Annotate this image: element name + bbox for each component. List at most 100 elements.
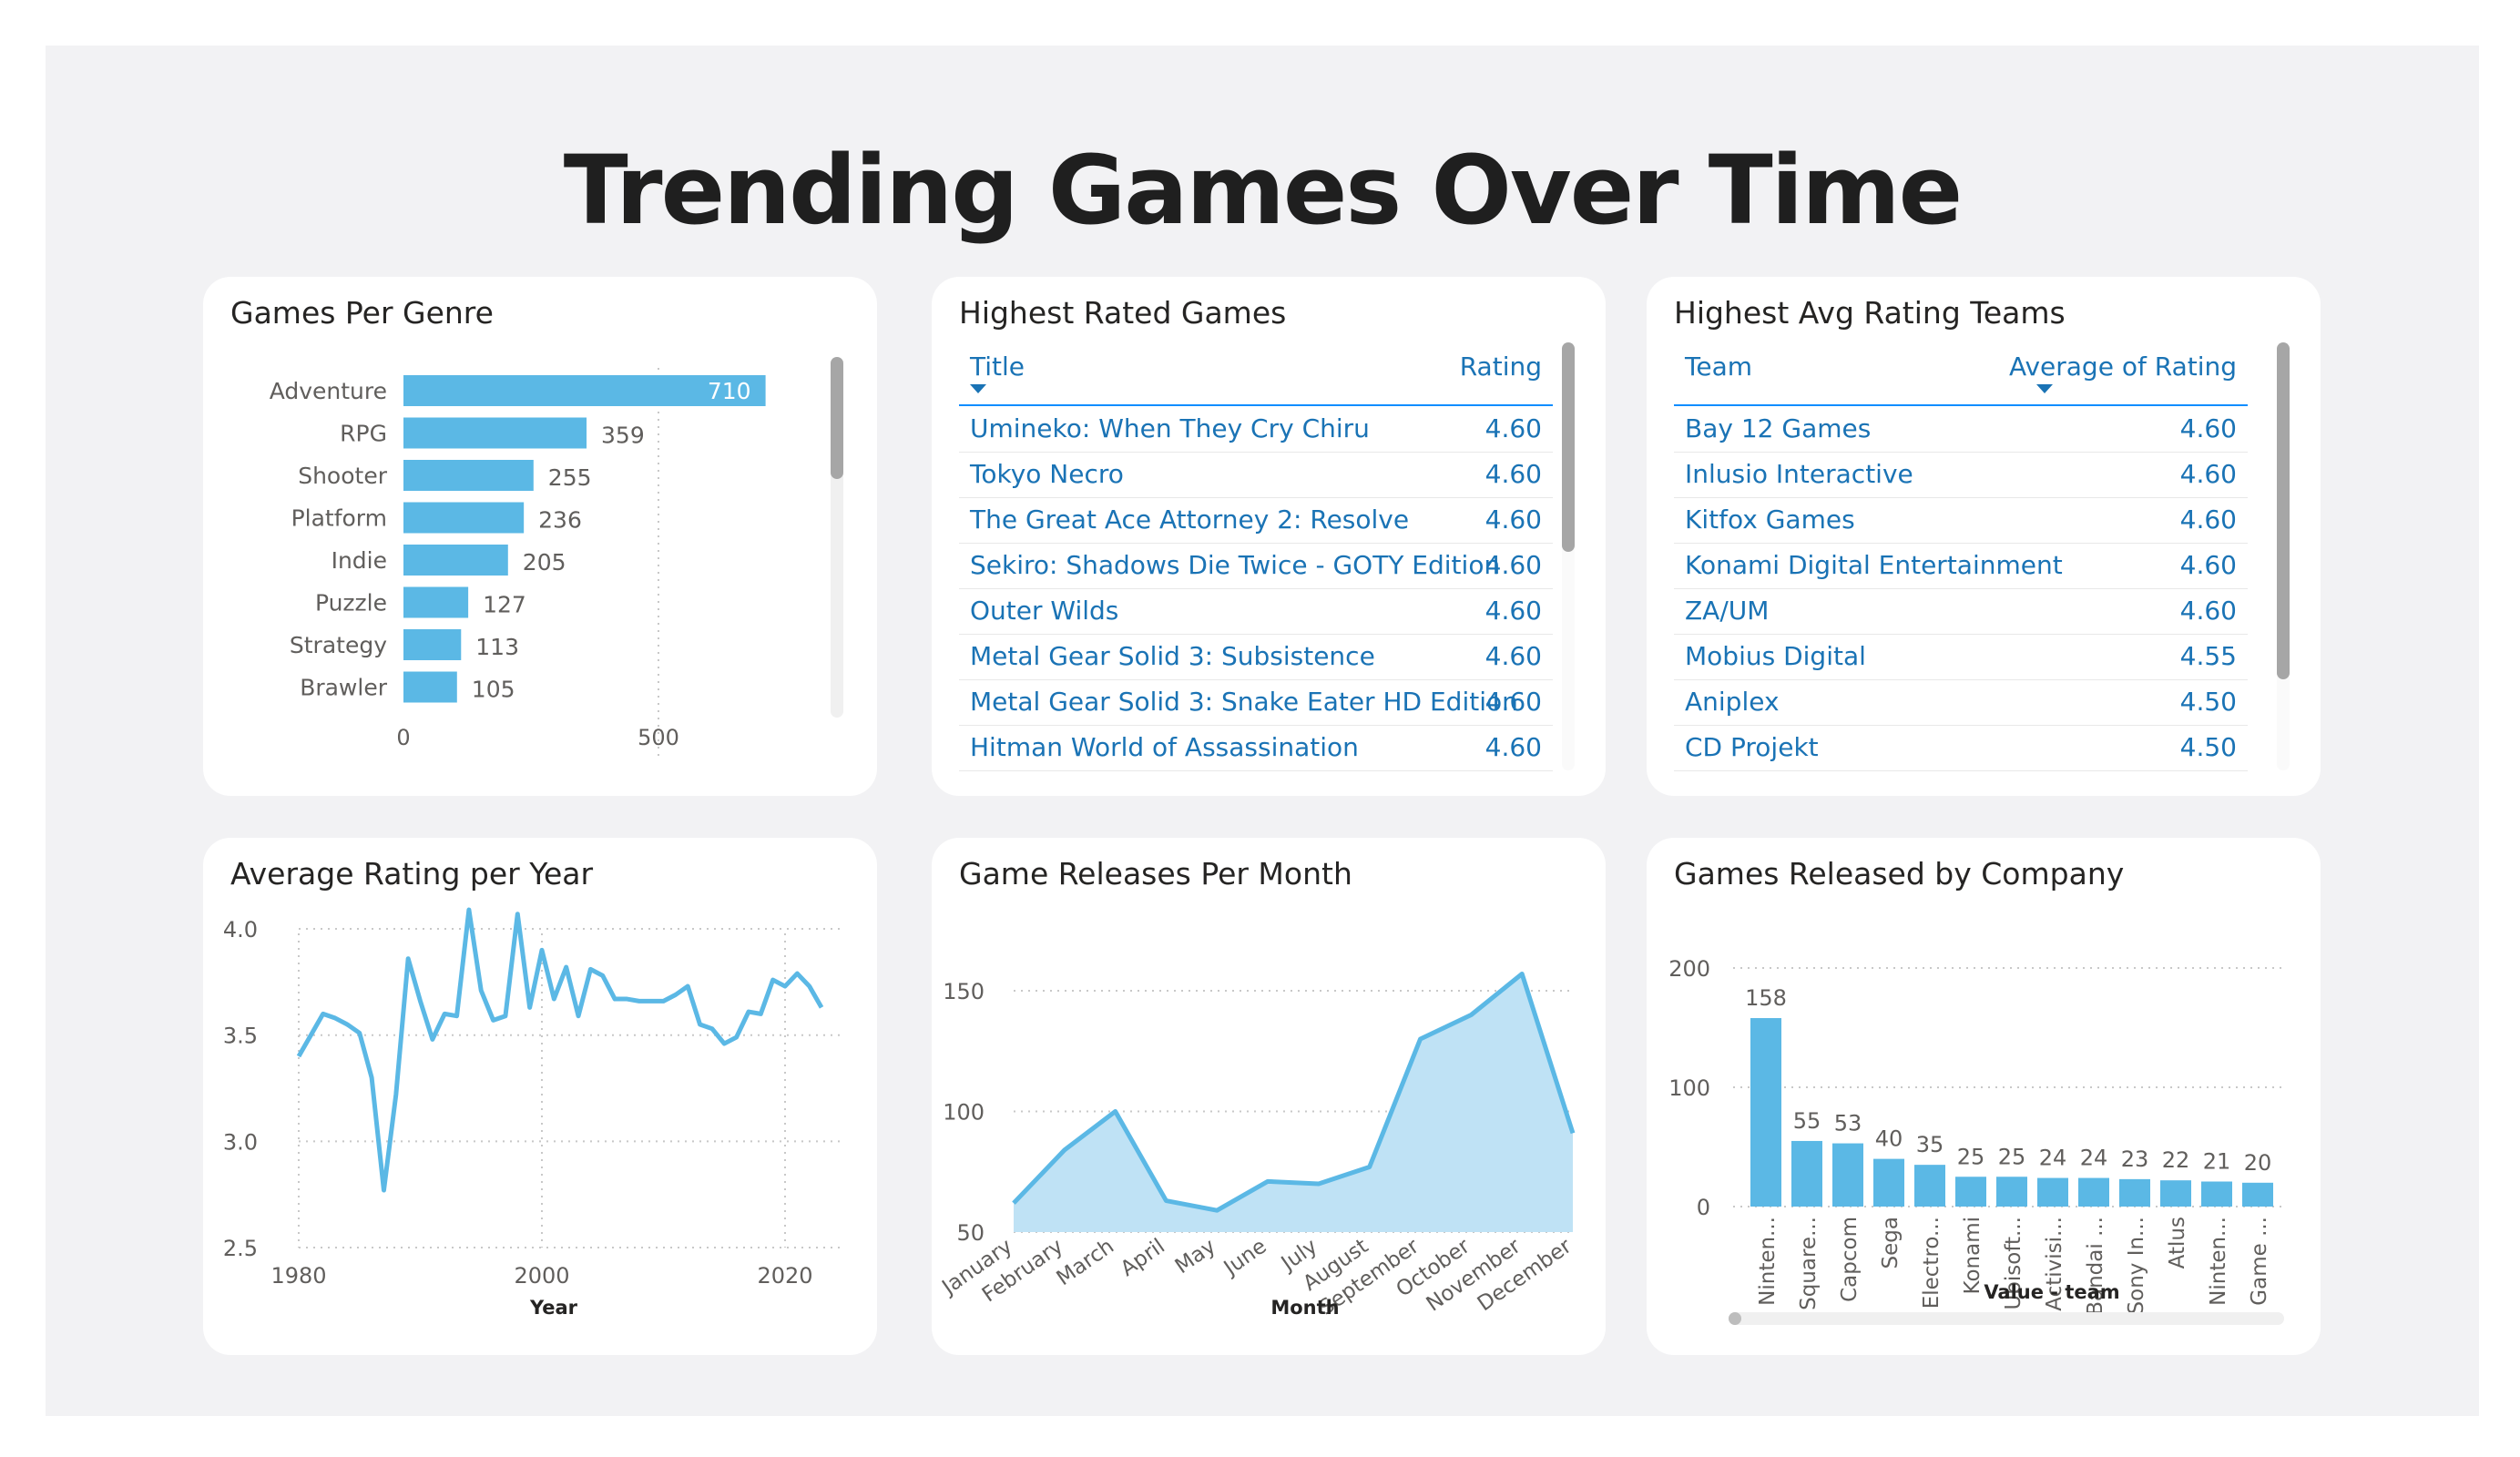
team-rating-cell: 4.60 (2179, 413, 2237, 443)
team-name-cell: Inlusio Interactive (1685, 459, 1913, 489)
genre-label: Adventure (270, 378, 387, 404)
table-row[interactable]: Hitman World of Assassination 4.60 (959, 725, 1553, 771)
company-category-label: Sega (1879, 1217, 1903, 1269)
table-row[interactable]: CD Projekt 4.50 (1674, 725, 2248, 771)
table-row[interactable]: Metal Gear Solid 3: Snake Eater HD Editi… (959, 679, 1553, 726)
genre-value-label: 710 (708, 378, 751, 404)
company-hscrollbar[interactable] (1729, 1312, 2284, 1325)
teams-table: Team Average of Rating Bay 12 Games 4.60 I… (1674, 342, 2248, 771)
rated-games-header: Title Rating (959, 342, 1553, 406)
game-name-cell: The Great Ace Attorney 2: Resolve (970, 504, 1410, 535)
genre-bar (403, 629, 462, 660)
game-rating-cell: 4.60 (1484, 459, 1542, 489)
team-rating-cell: 4.60 (2179, 459, 2237, 489)
genre-value-label: 255 (548, 464, 592, 491)
x-tick-label: 500 (638, 725, 679, 750)
company-value-label: 22 (2162, 1147, 2190, 1173)
company-bar (1791, 1140, 1822, 1207)
company-value-label: 21 (2203, 1148, 2231, 1174)
team-rating-cell: 4.55 (2179, 641, 2237, 671)
y-tick-label: 100 (943, 1100, 985, 1126)
x-axis-title: Month (1270, 1297, 1339, 1319)
x-tick-label: 2000 (514, 1263, 569, 1289)
company-bar (2078, 1177, 2109, 1207)
table-row[interactable]: Inlusio Interactive 4.60 (1674, 452, 2248, 498)
table-row[interactable]: Metal Gear Solid 3: Subsistence 4.60 (959, 634, 1553, 680)
team-name-cell: ZA/UM (1685, 596, 1770, 626)
dashboard-page: Trending Games Over Time Games Per Genre… (46, 46, 2479, 1416)
y-tick-label: 2.5 (223, 1236, 258, 1261)
month-label: June (1219, 1235, 1271, 1281)
table-row[interactable]: Tokyo Necro 4.60 (959, 452, 1553, 498)
genre-value-label: 113 (475, 634, 519, 660)
team-name-cell: CD Projekt (1685, 732, 1819, 762)
column-rating-header[interactable]: Rating (1460, 352, 1542, 382)
genre-label: Platform (291, 505, 387, 532)
y-tick-label: 150 (943, 979, 985, 1004)
sort-desc-icon (2036, 384, 2053, 393)
team-rating-cell: 4.50 (2179, 732, 2237, 762)
company-bar (2037, 1177, 2068, 1207)
team-rating-cell: 4.60 (2179, 550, 2237, 580)
table-row[interactable]: Sekiro: Shadows Die Twice - GOTY Edition… (959, 543, 1553, 589)
table-row[interactable]: Aniplex 4.50 (1674, 679, 2248, 726)
column-team-header[interactable]: Team (1685, 352, 1752, 382)
team-name-cell: Mobius Digital (1685, 641, 1866, 671)
game-rating-cell: 4.60 (1484, 550, 1542, 580)
rating-line (296, 907, 824, 1193)
month-label: May (1171, 1235, 1220, 1279)
company-category-label: Atlus (2166, 1217, 2189, 1269)
genre-label: Brawler (300, 675, 388, 701)
company-category-label: Capcom (1838, 1217, 1862, 1302)
column-avg-rating-header[interactable]: Average of Rating (2009, 352, 2237, 382)
y-tick-label: 3.0 (223, 1129, 258, 1155)
month-label: April (1117, 1235, 1169, 1281)
genre-bar (403, 502, 525, 534)
company-category-label: Ninten... (1756, 1217, 1780, 1306)
table-row[interactable]: The Great Ace Attorney 2: Resolve 4.60 (959, 497, 1553, 544)
table-row[interactable]: Kitfox Games 4.60 (1674, 497, 2248, 544)
genre-scrollbar[interactable] (831, 357, 843, 718)
game-name-cell: Metal Gear Solid 3: Subsistence (970, 641, 1375, 671)
genre-bar (403, 586, 469, 618)
genre-value-label: 105 (472, 677, 515, 703)
teams-scroll-thumb[interactable] (2277, 342, 2290, 679)
game-name-cell: Tokyo Necro (970, 459, 1124, 489)
rated-games-scrollbar[interactable] (1562, 342, 1575, 770)
company-bar (2160, 1180, 2191, 1207)
table-row[interactable]: Outer Wilds 4.60 (959, 588, 1553, 635)
table-row[interactable]: Mobius Digital 4.55 (1674, 634, 2248, 680)
company-bar (1832, 1143, 1863, 1207)
rated-games-scroll-thumb[interactable] (1562, 342, 1575, 552)
genre-label: Strategy (290, 632, 387, 658)
teams-header: Team Average of Rating (1674, 342, 2248, 406)
team-name-cell: Bay 12 Games (1685, 413, 1872, 443)
table-row[interactable]: Konami Digital Entertainment 4.60 (1674, 543, 2248, 589)
table-row[interactable]: Umineko: When They Cry Chiru 4.60 (959, 406, 1553, 453)
company-bar-chart: 0 100 200 158 Ninten... 55 Square... 53 Capcom 40… (1668, 956, 2284, 1316)
company-hscroll-thumb[interactable] (1729, 1312, 1741, 1325)
table-row[interactable]: Bay 12 Games 4.60 (1674, 406, 2248, 453)
game-rating-cell: 4.60 (1484, 641, 1542, 671)
y-tick-label: 4.0 (223, 917, 258, 942)
genre-label: RPG (340, 421, 387, 447)
game-name-cell: Metal Gear Solid 3: Snake Eater HD Editi… (970, 687, 1518, 717)
genre-scroll-thumb[interactable] (831, 357, 843, 479)
genre-bar (403, 545, 508, 576)
company-category-label: Ninten... (2207, 1217, 2230, 1306)
company-category-label: Game ... (2248, 1217, 2271, 1306)
table-row[interactable]: ZA/UM 4.60 (1674, 588, 2248, 635)
genre-bar (403, 671, 457, 703)
company-category-label: Square... (1797, 1217, 1821, 1310)
month-chart-card: Game Releases Per Month 50 100 150 January F… (932, 838, 1606, 1355)
company-value-label: 24 (2039, 1146, 2067, 1171)
company-value-label: 158 (1745, 985, 1787, 1011)
teams-scrollbar[interactable] (2277, 342, 2290, 770)
company-value-label: 55 (1793, 1108, 1821, 1134)
company-bar (1914, 1165, 1945, 1207)
company-value-label: 23 (2121, 1146, 2149, 1172)
game-rating-cell: 4.60 (1484, 413, 1542, 443)
column-title-header[interactable]: Title (970, 352, 1025, 382)
company-bar (1873, 1158, 1904, 1207)
rated-games-table: Title Rating Umineko: When They Cry Chir… (959, 342, 1553, 771)
